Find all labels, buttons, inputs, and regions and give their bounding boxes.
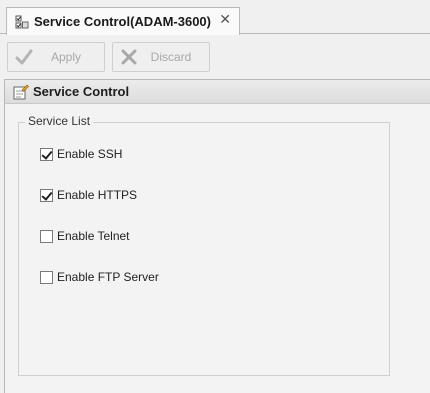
x-icon — [121, 49, 137, 65]
close-icon[interactable]: ✕ — [219, 12, 231, 28]
toolbar: Apply Discard — [0, 35, 430, 79]
panel-title: Service Control — [33, 84, 130, 99]
enable-ftp-server-checkbox[interactable] — [40, 270, 53, 284]
checkmark-icon — [15, 49, 33, 65]
panel-header: Service Control — [5, 80, 430, 104]
enable-https-checkbox[interactable] — [40, 188, 53, 202]
enable-ssh-checkbox[interactable] — [40, 147, 53, 161]
enable-https-option[interactable]: Enable HTTPS — [40, 188, 137, 202]
service-control-icon — [15, 15, 29, 28]
enable-https-label: Enable HTTPS — [57, 188, 138, 202]
service-list-group: Service List Enable SSH Enable HTTPS Ena… — [18, 114, 390, 376]
tab-title: Service Control(ADAM-3600) — [34, 14, 211, 29]
enable-ftp-server-option[interactable]: Enable FTP Server — [40, 270, 159, 284]
discard-button[interactable]: Discard — [112, 42, 210, 72]
enable-ssh-label: Enable SSH — [57, 147, 123, 161]
enable-ftp-server-label: Enable FTP Server — [57, 270, 159, 284]
service-control-panel: Service Control Service List Enable SSH … — [4, 79, 430, 393]
apply-label: Apply — [50, 50, 82, 64]
service-list-legend: Service List — [25, 114, 94, 128]
tab-strip: Service Control(ADAM-3600) ✕ — [0, 0, 430, 35]
tab-service-control[interactable]: Service Control(ADAM-3600) ✕ — [6, 7, 240, 35]
apply-button[interactable]: Apply — [7, 42, 105, 72]
enable-telnet-label: Enable Telnet — [57, 229, 130, 243]
enable-ssh-option[interactable]: Enable SSH — [40, 147, 122, 161]
enable-telnet-option[interactable]: Enable Telnet — [40, 229, 130, 243]
enable-telnet-checkbox[interactable] — [40, 229, 53, 243]
discard-label: Discard — [150, 50, 192, 64]
edit-list-icon — [13, 84, 29, 99]
